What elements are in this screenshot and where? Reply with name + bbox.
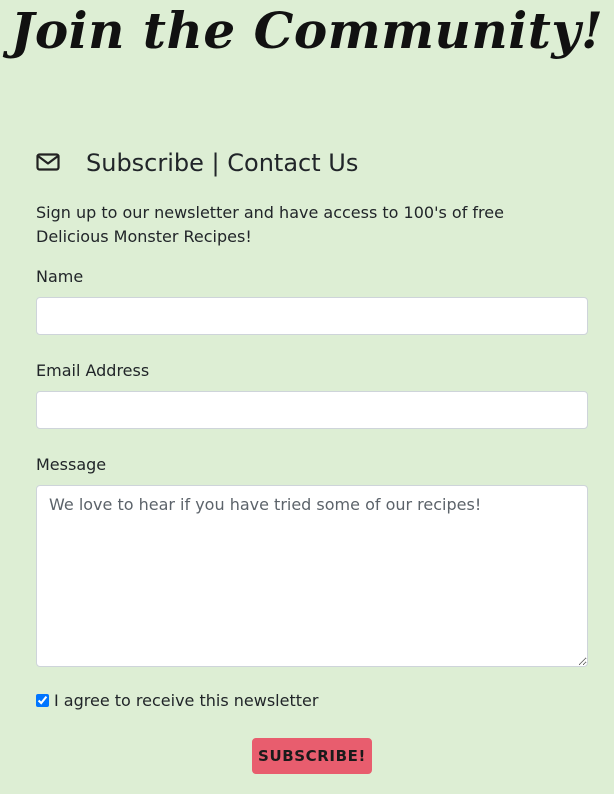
email-label: Email Address — [36, 361, 150, 380]
newsletter-consent: I agree to receive this newsletter — [36, 691, 318, 710]
message-label: Message — [36, 455, 107, 474]
intro-text: Sign up to our newsletter and have acces… — [36, 203, 504, 246]
subscribe-button[interactable]: SUBSCRIBE! — [252, 738, 372, 774]
newsletter-checkbox[interactable] — [36, 694, 49, 707]
envelope-icon — [36, 153, 62, 173]
newsletter-checkbox-label[interactable]: I agree to receive this newsletter — [54, 691, 318, 710]
section-title: Subscribe | Contact Us — [86, 149, 359, 177]
page-title: Join the Community! — [10, 1, 604, 60]
name-input[interactable] — [36, 297, 588, 335]
message-textarea[interactable] — [36, 485, 588, 667]
email-input[interactable] — [36, 391, 588, 429]
section-heading: Subscribe | Contact Us — [36, 145, 358, 181]
name-label: Name — [36, 267, 84, 286]
